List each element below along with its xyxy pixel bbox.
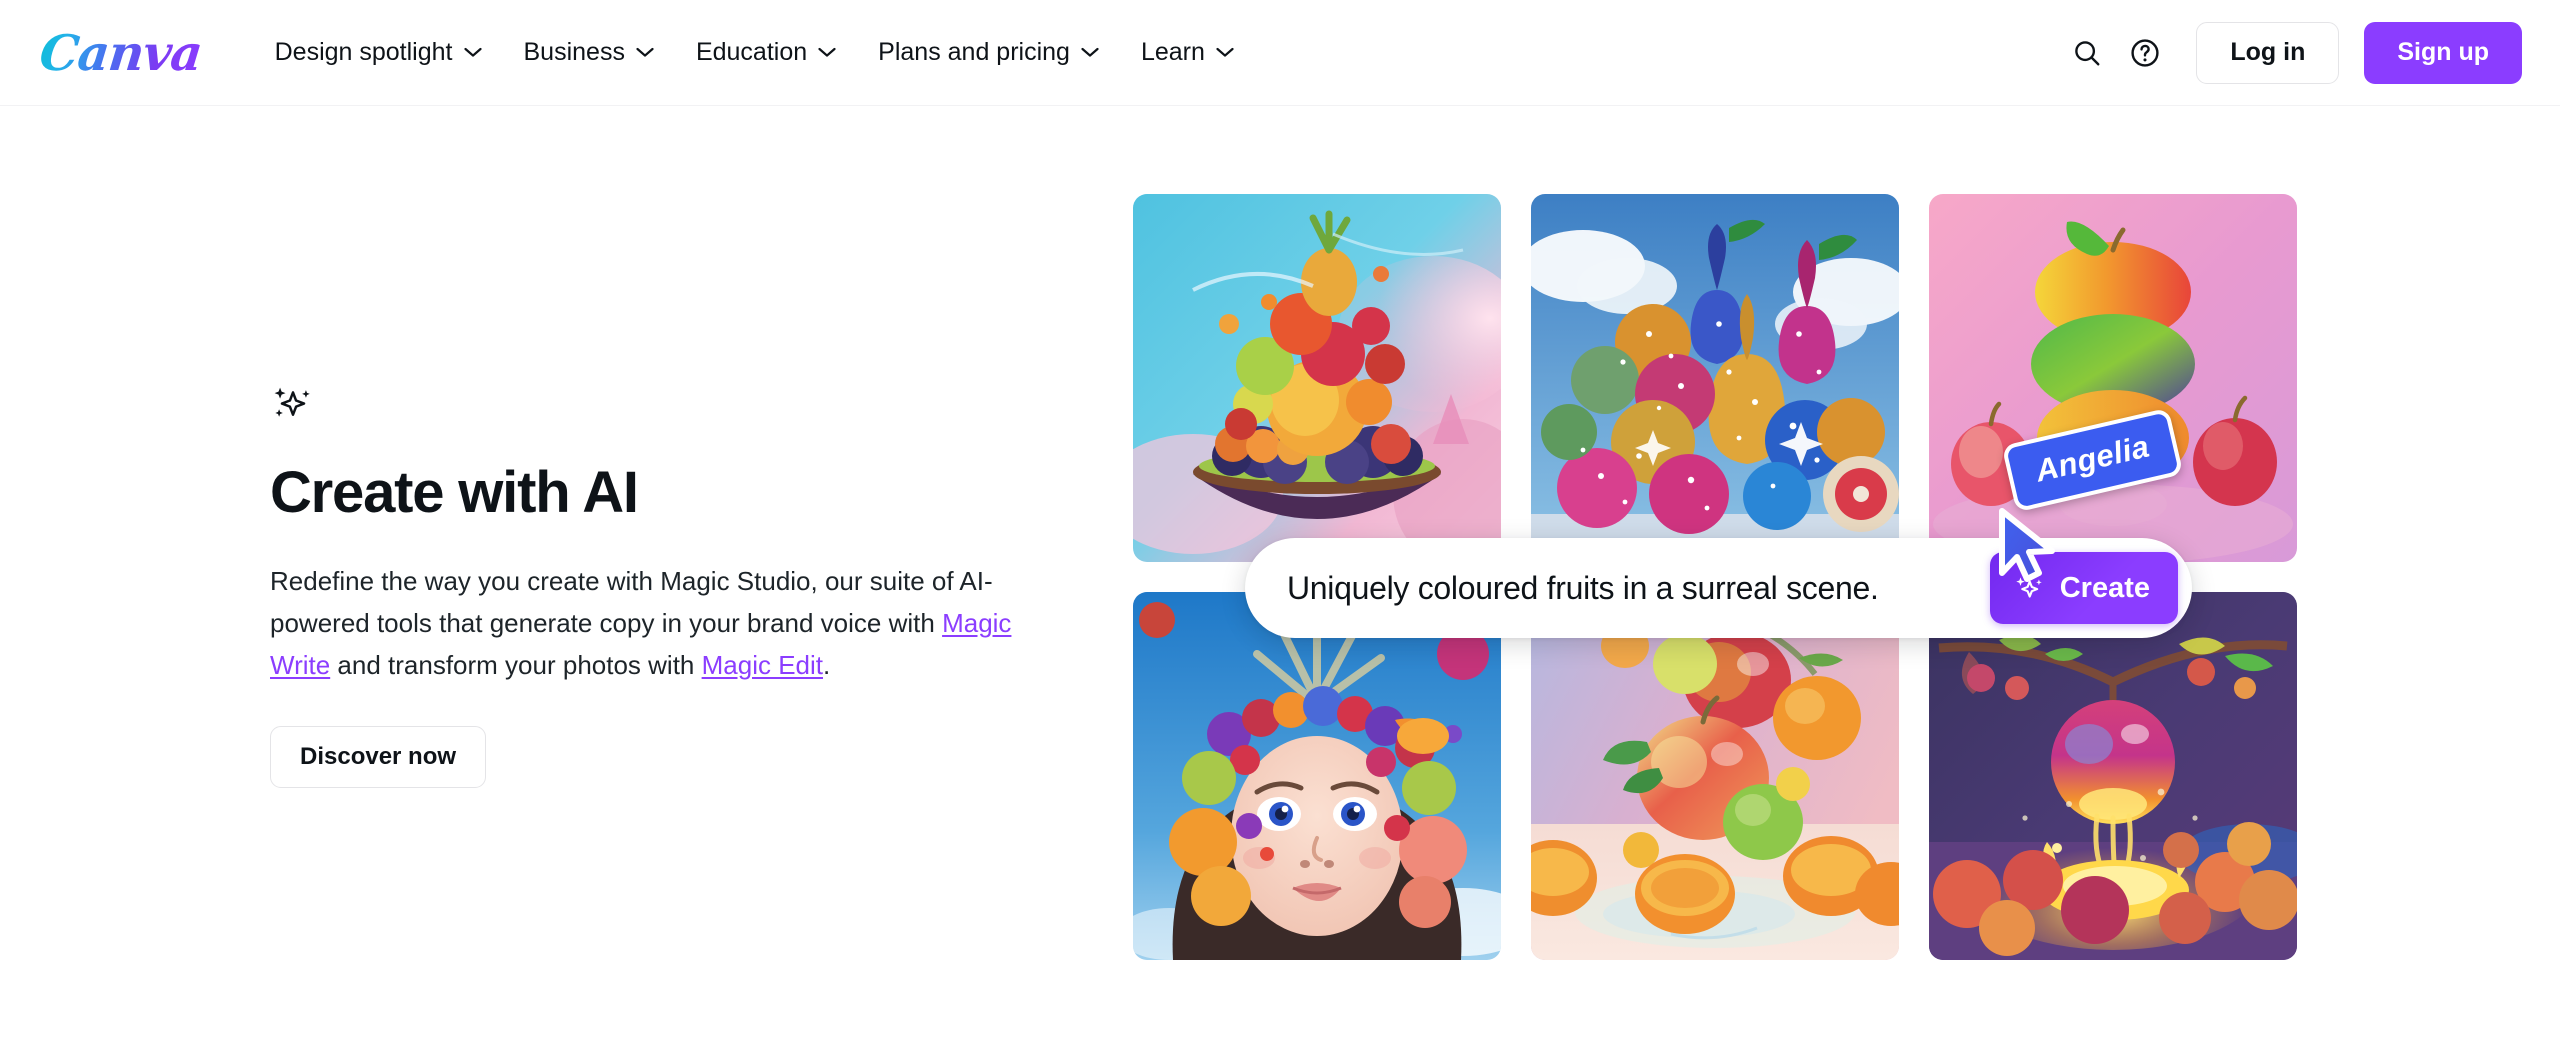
prompt-input[interactable]: Uniquely coloured fruits in a surreal sc… [1287, 570, 1990, 607]
gallery-tile-2[interactable] [1531, 194, 1899, 562]
help-button[interactable] [2116, 24, 2174, 82]
hero-description: Redefine the way you create with Magic S… [270, 560, 1022, 686]
help-circle-icon [2131, 38, 2159, 67]
magic-edit-link[interactable]: Magic Edit [702, 650, 823, 680]
sign-up-button[interactable]: Sign up [2364, 21, 2522, 84]
hero-description-part2: and transform your photos with [330, 650, 702, 681]
gallery-image-2 [1531, 194, 1899, 562]
page-title: Create with AI [270, 460, 639, 525]
nav-item-education[interactable]: Education [675, 28, 857, 77]
gallery-tile-5[interactable] [1531, 592, 1899, 960]
canva-logo[interactable]: Canva [21, 24, 205, 82]
nav-item-plans-and-pricing[interactable]: Plans and pricing [857, 28, 1120, 77]
top-navigation-bar: Canva Design spotlight Business Educatio… [0, 0, 2560, 106]
sparkle-icon [274, 387, 310, 417]
gallery-image-5 [1531, 592, 1899, 960]
search-button[interactable] [2058, 24, 2116, 82]
chevron-down-icon [636, 47, 654, 57]
chevron-down-icon [463, 47, 482, 57]
nav-item-label: Learn [1140, 38, 1205, 66]
chevron-down-icon [1216, 47, 1234, 57]
gallery-tile-6[interactable] [1929, 592, 2297, 960]
hero-description-part3: . [823, 650, 831, 681]
sparkle-icon [2015, 577, 2042, 598]
nav-right-actions: Log in Sign up [2058, 21, 2522, 84]
gallery-image-1 [1133, 194, 1501, 562]
create-button[interactable]: Create [1989, 552, 2178, 624]
nav-item-label: Plans and pricing [878, 38, 1070, 66]
nav-item-label: Design spotlight [274, 38, 453, 66]
ai-prompt-bar[interactable]: Uniquely coloured fruits in a surreal sc… [1245, 538, 2192, 638]
nav-item-label: Education [695, 38, 808, 66]
gallery-image-3 [1929, 194, 2297, 562]
create-button-label: Create [2059, 571, 2150, 604]
nav-item-design-spotlight[interactable]: Design spotlight [254, 28, 503, 77]
gallery-tile-1[interactable] [1133, 194, 1501, 562]
hero-description-part1: Redefine the way you create with Magic S… [270, 565, 993, 639]
nav-item-learn[interactable]: Learn [1120, 28, 1255, 77]
hero-text-column: Create with AI Redefine the way you crea… [270, 380, 1030, 789]
gallery-image-4 [1133, 592, 1501, 960]
chevron-down-icon [1081, 47, 1099, 57]
gallery-tile-4[interactable] [1133, 592, 1501, 960]
gallery-image-6 [1929, 592, 2297, 960]
search-icon [2075, 40, 2100, 65]
nav-item-business[interactable]: Business [503, 28, 675, 77]
chevron-down-icon [818, 47, 836, 57]
gallery-tile-3[interactable]: Angelia [1929, 194, 2297, 562]
log-in-button[interactable]: Log in [2196, 21, 2340, 84]
primary-nav-links: Design spotlight Business Education Plan… [254, 28, 1255, 77]
discover-now-button[interactable]: Discover now [270, 726, 487, 789]
nav-item-label: Business [523, 38, 625, 66]
